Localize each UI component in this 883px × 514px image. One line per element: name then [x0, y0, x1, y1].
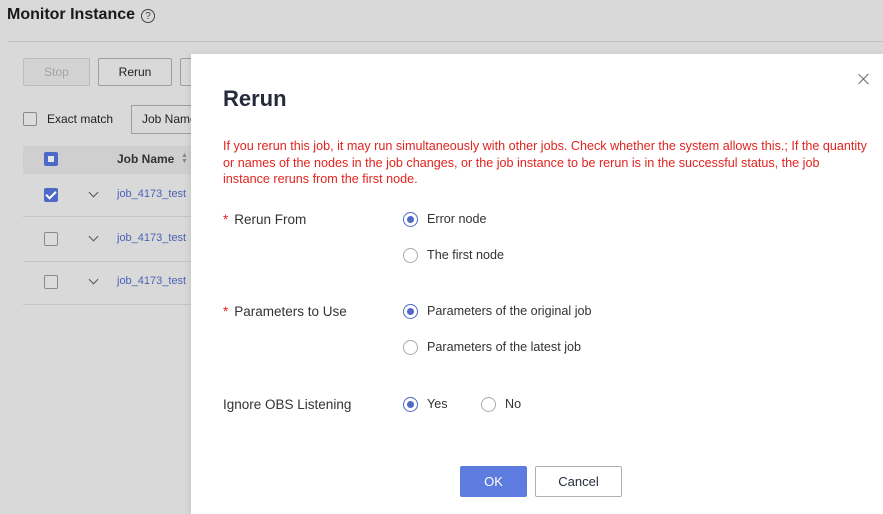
page-title: Monitor Instance — [7, 6, 136, 23]
radio-label-obs-yes[interactable]: Yes — [427, 397, 448, 411]
radio-label-original-params[interactable]: Parameters of the original job — [427, 304, 592, 318]
radio-error-node[interactable] — [403, 212, 418, 227]
help-icon[interactable]: ? — [141, 9, 155, 23]
radio-first-node[interactable] — [403, 248, 418, 263]
chevron-down-icon[interactable] — [88, 189, 100, 201]
ignore-obs-label: Ignore OBS Listening — [223, 397, 352, 412]
divider — [8, 41, 883, 42]
row-divider — [23, 304, 203, 305]
radio-original-params[interactable] — [403, 304, 418, 319]
job-link[interactable]: job_4173_test — [117, 188, 186, 200]
radio-label-obs-no[interactable]: No — [505, 397, 521, 411]
exact-match-checkbox[interactable] — [23, 112, 37, 126]
radio-label-error-node[interactable]: Error node — [427, 212, 487, 226]
row-divider — [23, 216, 203, 217]
chevron-down-icon[interactable] — [88, 233, 100, 245]
radio-label-first-node[interactable]: The first node — [427, 248, 504, 262]
stop-button[interactable]: Stop — [23, 58, 90, 86]
rerun-button[interactable]: Rerun — [98, 58, 172, 86]
row-checkbox[interactable] — [44, 275, 58, 289]
job-link[interactable]: job_4173_test — [117, 275, 186, 287]
exact-match-label: Exact match — [47, 112, 114, 126]
radio-label-latest-params[interactable]: Parameters of the latest job — [427, 340, 581, 354]
required-mark: * — [223, 212, 229, 227]
close-icon[interactable] — [857, 72, 871, 86]
parameters-label: * Parameters to Use — [223, 304, 347, 319]
row-divider — [23, 261, 203, 262]
rerun-dialog — [191, 54, 883, 514]
cancel-button[interactable]: Cancel — [535, 466, 622, 497]
job-link[interactable]: job_4173_test — [117, 232, 186, 244]
radio-latest-params[interactable] — [403, 340, 418, 355]
radio-obs-no[interactable] — [481, 397, 496, 412]
warning-message: If you rerun this job, it may run simult… — [223, 139, 867, 186]
radio-obs-yes[interactable] — [403, 397, 418, 412]
select-all-checkbox[interactable] — [44, 152, 58, 166]
chevron-down-icon[interactable] — [88, 276, 100, 288]
column-job-name[interactable]: Job Name — [117, 152, 174, 166]
rerun-from-label: * Rerun From — [223, 212, 307, 227]
sort-icon[interactable]: ▲ ▼ — [181, 152, 188, 165]
row-checkbox[interactable] — [44, 188, 58, 202]
row-checkbox[interactable] — [44, 232, 58, 246]
ok-button[interactable]: OK — [460, 466, 527, 497]
required-mark: * — [223, 304, 229, 319]
dialog-title: Rerun — [223, 86, 287, 111]
